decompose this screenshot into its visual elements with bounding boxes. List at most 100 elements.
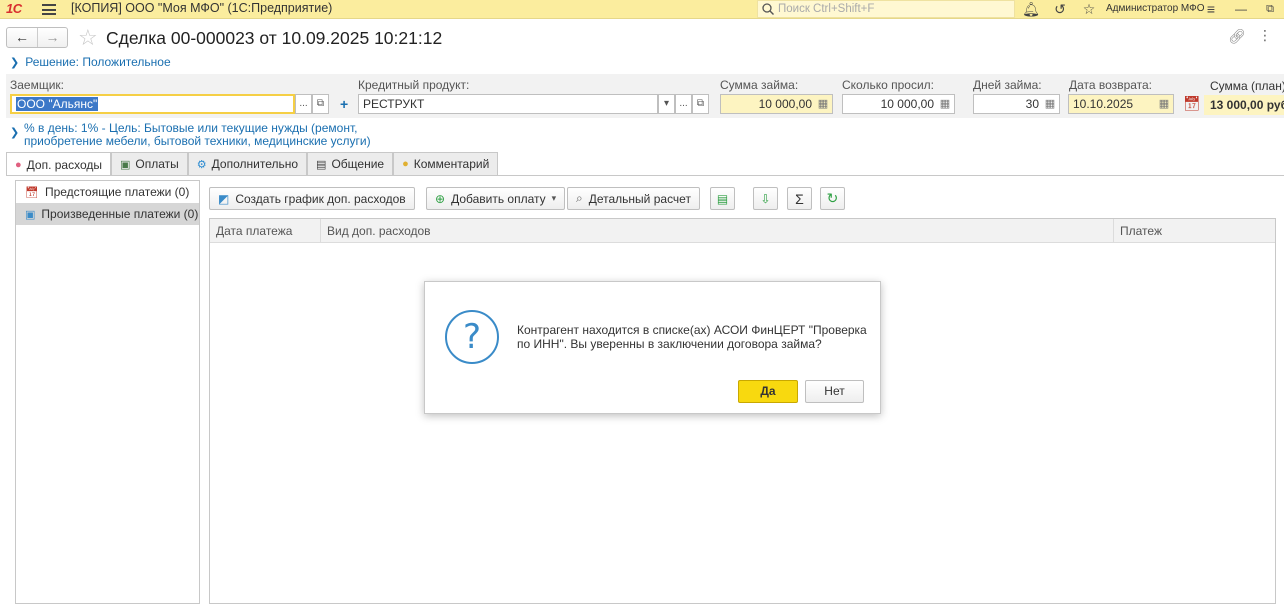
tab-comment[interactable]: ● Комментарий <box>393 152 499 175</box>
create-schedule-label: Создать график доп. расходов <box>235 191 406 206</box>
description-link[interactable]: ❯ % в день: 1% - Цель: Бытовые или текущ… <box>10 122 371 148</box>
dialog-message: Контрагент находится в списке(ах) АСОИ Ф… <box>517 323 867 351</box>
link-icon[interactable]: 🔗︎ <box>1228 28 1246 45</box>
chevron-right-icon: ❯ <box>10 57 20 69</box>
create-schedule-button[interactable]: ◩ Создать график доп. расходов <box>209 187 415 210</box>
column-payment-date[interactable]: Дата платежа <box>210 219 320 243</box>
add-circle-icon: ⊕ <box>435 191 446 206</box>
sigma-icon: Σ <box>795 190 804 207</box>
app-logo: 1С <box>6 1 22 16</box>
product-field[interactable]: РЕСТРУКТ <box>358 94 658 114</box>
completed-payments-item[interactable]: ▣ Произведенные платежи (0) <box>16 203 199 225</box>
tab-label: Общение <box>331 157 385 171</box>
tab-bar: ● Доп. расходы ▣ Оплаты ⚙ Дополнительно ▤ Об… <box>6 152 499 176</box>
tab-label: Доп. расходы <box>26 157 103 172</box>
main-menu-icon[interactable] <box>42 4 56 15</box>
detailed-calc-label: Детальный расчет <box>588 191 691 206</box>
no-button[interactable]: Нет <box>805 380 864 403</box>
days-label: Дней займа: <box>973 78 1042 92</box>
requested-value: 10 000,00 <box>880 97 934 111</box>
calculator-icon[interactable]: ▦ <box>1043 97 1057 111</box>
tab-label: Оплаты <box>135 157 179 171</box>
borrower-value: ООО "Альянс" <box>16 97 99 111</box>
bell-icon[interactable]: 🔔︎ <box>1022 0 1040 18</box>
product-label: Кредитный продукт: <box>358 78 470 92</box>
completed-payments-icon: ▣ <box>25 208 36 221</box>
magnifier-icon: ⌕ <box>576 191 583 205</box>
tab-additional[interactable]: ⚙ Дополнительно <box>187 152 308 175</box>
calendar-red-icon[interactable]: 📅︎ <box>1183 95 1201 112</box>
favorite-star-icon[interactable]: ☆ <box>78 25 98 51</box>
search-input[interactable]: Поиск Ctrl+Shift+F <box>757 0 1015 18</box>
more-actions-icon[interactable]: ⋮ <box>1258 27 1272 44</box>
calendar-icon: 📅︎ <box>25 186 39 199</box>
days-value: 30 <box>1025 97 1039 111</box>
loan-sum-field[interactable]: 10 000,00 ▦ <box>720 94 833 114</box>
borrower-select-button[interactable]: ... <box>295 94 312 114</box>
plan-sum-label: Сумма (план) <box>1210 79 1284 93</box>
confirm-dialog: ? Контрагент находится в списке(ах) АСОИ… <box>424 281 881 414</box>
table-header: Дата платежа Вид доп. расходов Платеж <box>210 219 1275 243</box>
chevron-right-icon: ❯ <box>10 127 20 139</box>
payment-icon: ▣ <box>120 158 131 171</box>
product-dropdown-icon[interactable]: ▾ <box>658 94 675 114</box>
piggy-icon: ● <box>15 158 22 171</box>
payments-nav-panel: 📅︎ Предстоящие платежи (0) ▣ Произведенные… <box>15 180 200 604</box>
loan-sum-value: 10 000,00 <box>758 97 812 111</box>
description-line-2: приобретение мебели, бытовой техники, ме… <box>24 134 371 148</box>
search-icon <box>762 3 774 15</box>
completed-payments-label: Произведенные платежи (0) <box>41 207 199 221</box>
search-placeholder: Поиск Ctrl+Shift+F <box>778 3 875 15</box>
requested-field[interactable]: 10 000,00 ▦ <box>842 94 955 114</box>
upcoming-payments-label: Предстоящие платежи (0) <box>44 185 190 199</box>
add-payment-button[interactable]: ⊕ Добавить оплату ▾ <box>426 187 566 210</box>
page-title: Сделка 00-000023 от 10.09.2025 10:21:12 <box>106 28 443 48</box>
forward-arrow-icon[interactable]: → <box>37 28 67 47</box>
back-arrow-icon[interactable]: ← <box>7 28 37 47</box>
upcoming-payments-item[interactable]: 📅︎ Предстоящие платежи (0) <box>16 181 199 203</box>
yes-button[interactable]: Да <box>738 380 798 403</box>
user-name[interactable]: Администратор МФО <box>1106 3 1205 14</box>
comment-icon: ● <box>402 158 409 170</box>
calendar-icon[interactable]: ▦ <box>1157 97 1171 111</box>
borrower-field[interactable]: ООО "Альянс" <box>10 94 295 114</box>
product-value: РЕСТРУКТ <box>363 97 425 111</box>
tab-label: Дополнительно <box>211 157 299 171</box>
decision-link-label: Решение: Положительное <box>25 55 171 69</box>
chart-icon: ◩ <box>218 191 230 206</box>
restore-window-icon[interactable]: ⧉ <box>1261 0 1279 18</box>
column-expense-type[interactable]: Вид доп. расходов <box>320 219 1113 243</box>
gear-icon: ⚙ <box>196 158 207 171</box>
import-button[interactable]: ⇩ <box>753 187 778 210</box>
favorites-icon[interactable]: ☆ <box>1080 0 1098 18</box>
minimize-icon[interactable]: — <box>1232 0 1250 18</box>
product-select-button[interactable]: ... <box>675 94 692 114</box>
question-icon: ? <box>445 310 499 364</box>
product-open-icon[interactable]: ⧉ <box>692 94 709 114</box>
calculator-icon[interactable]: ▦ <box>938 97 952 111</box>
return-date-value: 10.10.2025 <box>1073 97 1134 111</box>
tab-extra-expenses[interactable]: ● Доп. расходы <box>6 152 112 176</box>
days-field[interactable]: 30 ▦ <box>973 94 1060 114</box>
tab-divider <box>6 175 1284 176</box>
refresh-button[interactable]: ↻ <box>820 187 845 210</box>
sum-button[interactable]: Σ <box>787 187 812 210</box>
app-title-bar: 1С [КОПИЯ] ООО "Моя МФО" (1С:Предприятие… <box>0 0 1284 19</box>
calculator-icon[interactable]: ▦ <box>816 97 830 111</box>
tab-label: Комментарий <box>413 157 490 171</box>
borrower-open-icon[interactable]: ⧉ <box>312 94 329 114</box>
add-borrower-icon[interactable]: + <box>340 96 348 112</box>
detailed-calc-button[interactable]: ⌕ Детальный расчет <box>567 187 700 210</box>
tab-payments[interactable]: ▣ Оплаты <box>111 152 188 175</box>
dropdown-arrow-icon: ▾ <box>551 193 557 203</box>
tab-communication[interactable]: ▤ Общение <box>307 152 394 175</box>
export-excel-button[interactable]: ▤ <box>710 187 735 210</box>
decision-link[interactable]: ❯ Решение: Положительное <box>10 55 171 69</box>
column-payment[interactable]: Платеж <box>1113 219 1276 243</box>
return-date-field[interactable]: 10.10.2025 ▦ <box>1068 94 1174 114</box>
history-icon[interactable]: ↺ <box>1051 0 1069 18</box>
chat-icon: ▤ <box>316 158 327 171</box>
loan-sum-label: Сумма займа: <box>720 78 799 92</box>
refresh-icon: ↻ <box>826 190 839 206</box>
settings-menu-icon[interactable]: ≡ <box>1202 0 1220 18</box>
